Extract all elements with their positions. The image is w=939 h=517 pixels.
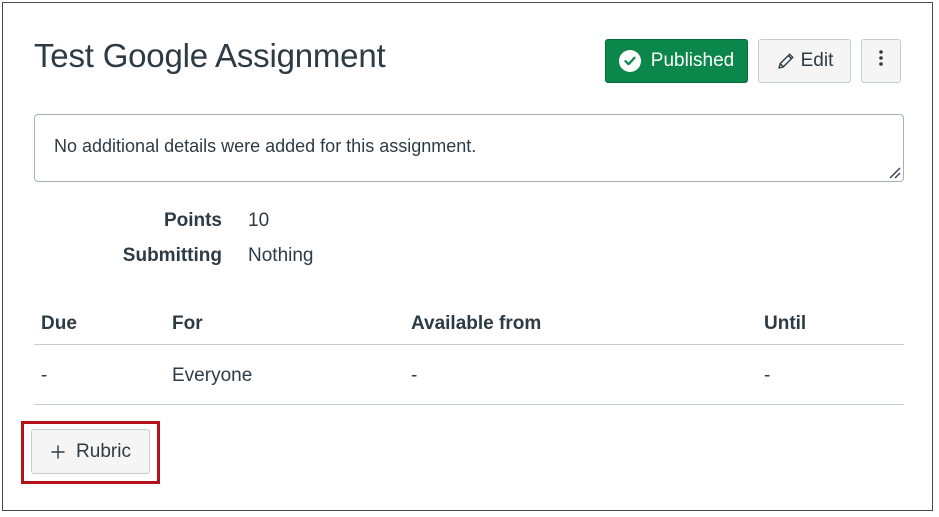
cell-available-from: - <box>411 365 418 386</box>
header-available-from: Available from <box>411 313 542 334</box>
details-text: No additional details were added for thi… <box>54 136 477 156</box>
assignment-details: No additional details were added for thi… <box>34 114 904 182</box>
cell-for: Everyone <box>172 365 253 386</box>
submitting-value: Nothing <box>248 245 314 266</box>
edit-label: Edit <box>800 50 834 71</box>
rubric-label: Rubric <box>76 440 131 462</box>
more-options-button[interactable] <box>861 39 901 83</box>
table-bottom-divider <box>34 404 904 405</box>
cell-until: - <box>764 365 771 386</box>
published-label: Published <box>650 50 735 71</box>
points-label: Points <box>163 210 222 231</box>
edit-button[interactable]: Edit <box>758 39 851 83</box>
kebab-menu-icon <box>878 48 884 74</box>
page-title: Test Google Assignment <box>34 37 386 74</box>
check-circle-icon <box>618 50 641 72</box>
pencil-icon <box>776 51 796 71</box>
cell-due: - <box>41 365 48 386</box>
add-rubric-button[interactable]: Rubric <box>31 429 150 474</box>
submitting-label: Submitting <box>122 245 222 266</box>
header-due: Due <box>41 313 77 334</box>
resize-handle-icon[interactable] <box>887 165 901 179</box>
header-for: For <box>172 313 203 334</box>
points-value: 10 <box>248 210 270 231</box>
plus-icon <box>50 444 66 460</box>
published-button[interactable]: Published <box>605 39 748 83</box>
header-until: Until <box>764 313 807 334</box>
table-header-divider <box>34 344 904 345</box>
